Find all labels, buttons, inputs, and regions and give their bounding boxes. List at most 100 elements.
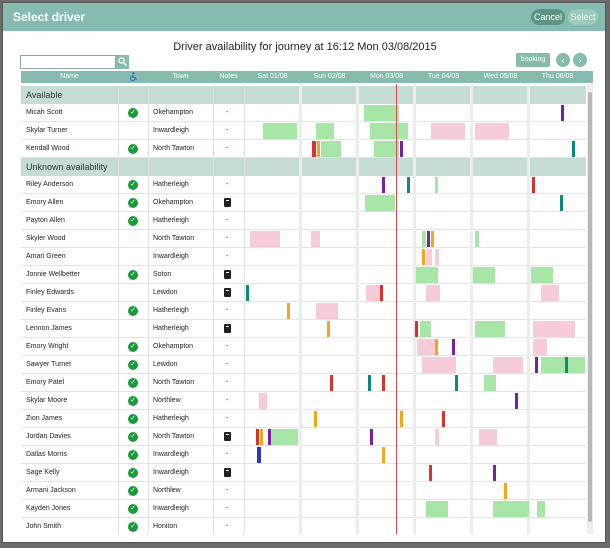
- driver-town: Hatherleigh: [153, 307, 189, 314]
- notes-book-icon[interactable]: [224, 270, 231, 279]
- col-day: Sun 02/08: [313, 73, 346, 80]
- wheelchair-accessible-check-icon: ✓: [128, 198, 138, 208]
- table-row[interactable]: Emory Wright ✓ Okehampton -: [21, 338, 586, 356]
- availability-bar: [431, 231, 434, 247]
- driver-notes: -: [226, 379, 229, 386]
- search-input[interactable]: [20, 55, 116, 69]
- driver-town: Lewdon: [153, 361, 178, 368]
- wheelchair-accessible-check-icon: ✓: [128, 504, 138, 514]
- col-town[interactable]: Town: [148, 71, 213, 83]
- driver-town: Honiton: [153, 523, 178, 530]
- driver-name: Skylar Moore: [26, 397, 68, 404]
- driver-name: Sage Kelly: [26, 469, 60, 476]
- availability-bar: [427, 231, 430, 247]
- table-row[interactable]: Emory Allen ✓ Okehampton: [21, 194, 586, 212]
- wheelchair-accessible-check-icon: ✓: [128, 270, 138, 280]
- driver-town: Okehampton: [153, 199, 194, 206]
- driver-notes: -: [226, 451, 229, 458]
- driver-name: Sawyer Turner: [26, 361, 72, 368]
- availability-bar: [327, 321, 330, 337]
- col-notes[interactable]: Notes: [213, 71, 244, 83]
- availability-bar: [455, 375, 458, 391]
- driver-name: Emory Allen: [26, 199, 64, 206]
- col-day: Tue 04/08: [427, 73, 460, 80]
- availability-bar: [368, 375, 371, 391]
- notes-book-icon[interactable]: [224, 432, 231, 441]
- col-accessibility[interactable]: [118, 71, 148, 83]
- scrollbar-thumb[interactable]: [588, 92, 592, 522]
- table-row[interactable]: Sage Kelly ✓ Inwardleigh: [21, 464, 586, 482]
- table-row[interactable]: Skylar Moore ✓ Northlew -: [21, 392, 586, 410]
- availability-bar: [572, 141, 575, 157]
- day-divider: [356, 84, 359, 534]
- wheelchair-accessible-check-icon: ✓: [128, 342, 138, 352]
- wheelchair-accessible-check-icon: ✓: [128, 450, 138, 460]
- availability-bar: [435, 177, 438, 193]
- col-day: Thu 06/08: [541, 73, 574, 80]
- driver-town: Hatherleigh: [153, 217, 189, 224]
- availability-bar: [493, 501, 529, 517]
- table-row[interactable]: Armani Jackson ✓ Northlew -: [21, 482, 586, 500]
- driver-town: Hatherleigh: [153, 415, 189, 422]
- availability-bar: [415, 321, 418, 337]
- wheelchair-accessible-check-icon: ✓: [128, 306, 138, 316]
- select-driver-dialog: Select driver Cancel Select Driver avail…: [2, 2, 606, 543]
- table-row[interactable]: John Smith ✓ Honiton -: [21, 518, 586, 534]
- prev-day-button[interactable]: ‹: [556, 53, 570, 67]
- driver-notes: -: [226, 307, 229, 314]
- table-row[interactable]: Payton Allen ✓ Hatherleigh -: [21, 212, 586, 230]
- search-button[interactable]: [116, 55, 129, 69]
- table-row[interactable]: Micah Scott ✓ Okehampton -: [21, 104, 586, 122]
- table-row[interactable]: Jonnie Wellbetter ✓ Soton: [21, 266, 586, 284]
- driver-town: Okehampton: [153, 109, 194, 116]
- driver-name: Kayden Jones: [26, 505, 71, 512]
- table-row[interactable]: Zion James ✓ Hatherleigh -: [21, 410, 586, 428]
- table-row[interactable]: Jordan Davies ✓ North Tawton: [21, 428, 586, 446]
- driver-notes: -: [226, 127, 229, 134]
- availability-bar: [316, 123, 334, 139]
- driver-notes: -: [226, 487, 229, 494]
- driver-notes: -: [226, 253, 229, 260]
- driver-notes: -: [226, 397, 229, 404]
- day-divider: [299, 84, 302, 534]
- notes-book-icon[interactable]: [224, 324, 231, 333]
- next-day-button[interactable]: ›: [573, 53, 587, 67]
- table-row[interactable]: Finley Edwards Lewdon: [21, 284, 586, 302]
- availability-bar: [565, 357, 568, 373]
- table-row[interactable]: Riley Anderson ✓ Hatherleigh -: [21, 176, 586, 194]
- availability-bar: [531, 267, 553, 283]
- driver-name: Jonnie Wellbetter: [26, 271, 80, 278]
- notes-book-icon[interactable]: [224, 288, 231, 297]
- driver-town: North Tawton: [153, 379, 195, 386]
- driver-name: Skylar Turner: [26, 127, 68, 134]
- driver-name: John Smith: [26, 523, 62, 530]
- availability-bar: [416, 267, 438, 283]
- availability-bar: [400, 411, 403, 427]
- select-button[interactable]: Select: [568, 9, 598, 25]
- cancel-button[interactable]: Cancel: [531, 9, 565, 25]
- booking-button[interactable]: booking: [516, 53, 550, 67]
- table-row[interactable]: Emory Patel ✓ North Tawton -: [21, 374, 586, 392]
- column-divider: [118, 84, 119, 534]
- driver-notes: -: [226, 415, 229, 422]
- table-row[interactable]: Amari Green Inwardleigh -: [21, 248, 586, 266]
- notes-book-icon[interactable]: [224, 198, 231, 207]
- driver-town: Inwardleigh: [153, 451, 189, 458]
- wheelchair-accessible-check-icon: ✓: [128, 414, 138, 424]
- driver-notes: -: [226, 217, 229, 224]
- table-row[interactable]: Skyler Wood North Tawton -: [21, 230, 586, 248]
- driver-town: Inwardleigh: [153, 469, 189, 476]
- driver-town: Northlew: [153, 397, 181, 404]
- col-name[interactable]: Name: [21, 71, 118, 83]
- wheelchair-accessible-check-icon: ✓: [128, 396, 138, 406]
- driver-town: Okehampton: [153, 343, 194, 350]
- table-row[interactable]: Dallas Morris ✓ Inwardleigh -: [21, 446, 586, 464]
- wheelchair-accessible-check-icon: ✓: [128, 486, 138, 496]
- table-row[interactable]: Finley Evans ✓ Hatherleigh -: [21, 302, 586, 320]
- wheelchair-accessible-check-icon: ✓: [128, 522, 138, 532]
- column-divider: [148, 84, 149, 534]
- availability-bar: [561, 105, 564, 121]
- table-row[interactable]: Kendall Wood ✓ North Tawton -: [21, 140, 586, 158]
- notes-book-icon[interactable]: [224, 468, 231, 477]
- availability-bar: [479, 429, 497, 445]
